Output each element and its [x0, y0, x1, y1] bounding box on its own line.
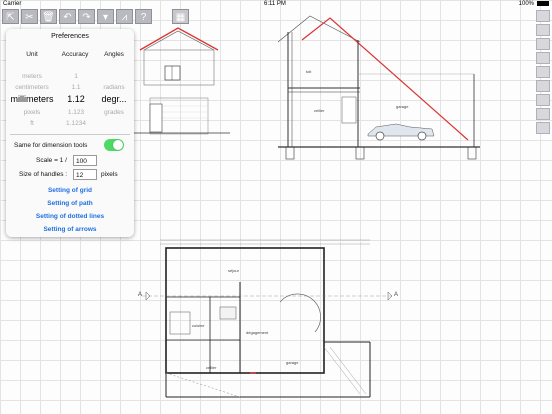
tool-text-icon[interactable] [536, 66, 550, 78]
plan-marker-a-left: A [138, 292, 143, 298]
time-label: 6:11 PM [264, 1, 286, 7]
plan-marker-a-right: A [394, 292, 399, 298]
scale-label: Scale = 1 / [36, 157, 67, 164]
angle-option[interactable]: grades [96, 109, 132, 116]
tool-settings-icon[interactable] [536, 122, 550, 134]
angle-option-selected[interactable]: degr... [96, 94, 132, 104]
same-for-dimension-label: Same for dimension tools [14, 142, 88, 149]
accuracy-header: Accuracy [61, 51, 89, 58]
calculator-icon[interactable]: ▦ [172, 9, 189, 24]
help-icon[interactable]: ? [135, 9, 152, 24]
angles-header: Angles [104, 51, 124, 58]
plan-label-cuisine: cuisine [192, 323, 205, 328]
right-tool-stack [536, 10, 550, 136]
unit-option[interactable]: meters [8, 73, 56, 80]
accuracy-option[interactable]: 1 [58, 73, 94, 80]
undo-icon[interactable]: ↶ [59, 9, 76, 24]
unit-option[interactable]: pixels [8, 109, 56, 116]
status-bar: Carrier 6:11 PM 100% [0, 0, 552, 9]
carrier-label: Carrier [3, 1, 22, 7]
battery-icon [537, 1, 549, 6]
section-label-toit: toit [306, 69, 312, 74]
dropdown-icon[interactable]: ▾ [97, 9, 114, 24]
delete-icon[interactable]: 🗑 [40, 9, 57, 24]
preferences-popover: Preferences Unit Accuracy Angles meters … [6, 29, 134, 237]
accuracy-option[interactable]: 1.1234 [58, 120, 94, 127]
tool-dimension-icon[interactable] [536, 80, 550, 92]
plan-label-degagement: dégagement [246, 330, 269, 335]
setting-of-grid-link[interactable]: Setting of grid [6, 187, 134, 194]
accuracy-option-selected[interactable]: 1.12 [58, 94, 94, 104]
unit-option-selected[interactable]: millimeters [8, 94, 56, 104]
preferences-title: Preferences [51, 33, 89, 40]
angle-option[interactable]: radians [96, 84, 132, 91]
tool-layer-icon[interactable] [536, 94, 550, 106]
graph-icon[interactable]: ⩘ [116, 9, 133, 24]
export-icon[interactable]: ⇱ [2, 9, 19, 24]
plan-label-cellier: cellier [206, 365, 217, 370]
plan-label-sejour: séjour [228, 268, 239, 273]
unit-header: Unit [26, 51, 38, 58]
plan-label-garage: garage [286, 360, 299, 365]
same-for-dimension-toggle[interactable] [104, 139, 124, 151]
setting-of-arrows-link[interactable]: Setting of arrows [6, 226, 134, 233]
handles-input[interactable]: 12 [73, 169, 97, 180]
tool-circle-icon[interactable] [536, 52, 550, 64]
toggle-knob [113, 140, 123, 150]
floor-plan-drawing [142, 239, 393, 398]
section-drawing [277, 15, 480, 160]
unit-option[interactable]: centimeters [8, 84, 56, 91]
tool-line-icon[interactable] [536, 24, 550, 36]
accuracy-option[interactable]: 1.1 [58, 84, 94, 91]
tool-select-icon[interactable] [536, 10, 550, 22]
battery-label: 100% [518, 1, 534, 7]
setting-of-path-link[interactable]: Setting of path [6, 200, 134, 207]
section-label-cellier: cellier [314, 108, 325, 113]
accuracy-option[interactable]: 1.123 [58, 109, 94, 116]
handles-label: Size of handles : [19, 171, 68, 178]
unit-option[interactable]: ft [8, 120, 56, 127]
divider [10, 134, 130, 135]
setting-of-dotted-lines-link[interactable]: Setting of dotted lines [6, 213, 134, 220]
section-label-garage: garage [396, 104, 409, 109]
toolbar: ⇱ ✂ 🗑 ↶ ↷ ▾ ⩘ ? ▦ [2, 9, 189, 25]
tool-rect-icon[interactable] [536, 38, 550, 50]
cut-icon[interactable]: ✂ [21, 9, 38, 24]
front-elevation-drawing [130, 27, 230, 135]
tool-zoom-icon[interactable] [536, 108, 550, 120]
redo-icon[interactable]: ↷ [78, 9, 95, 24]
handles-unit-label: pixels [101, 171, 118, 178]
scale-input[interactable]: 100 [73, 155, 97, 166]
